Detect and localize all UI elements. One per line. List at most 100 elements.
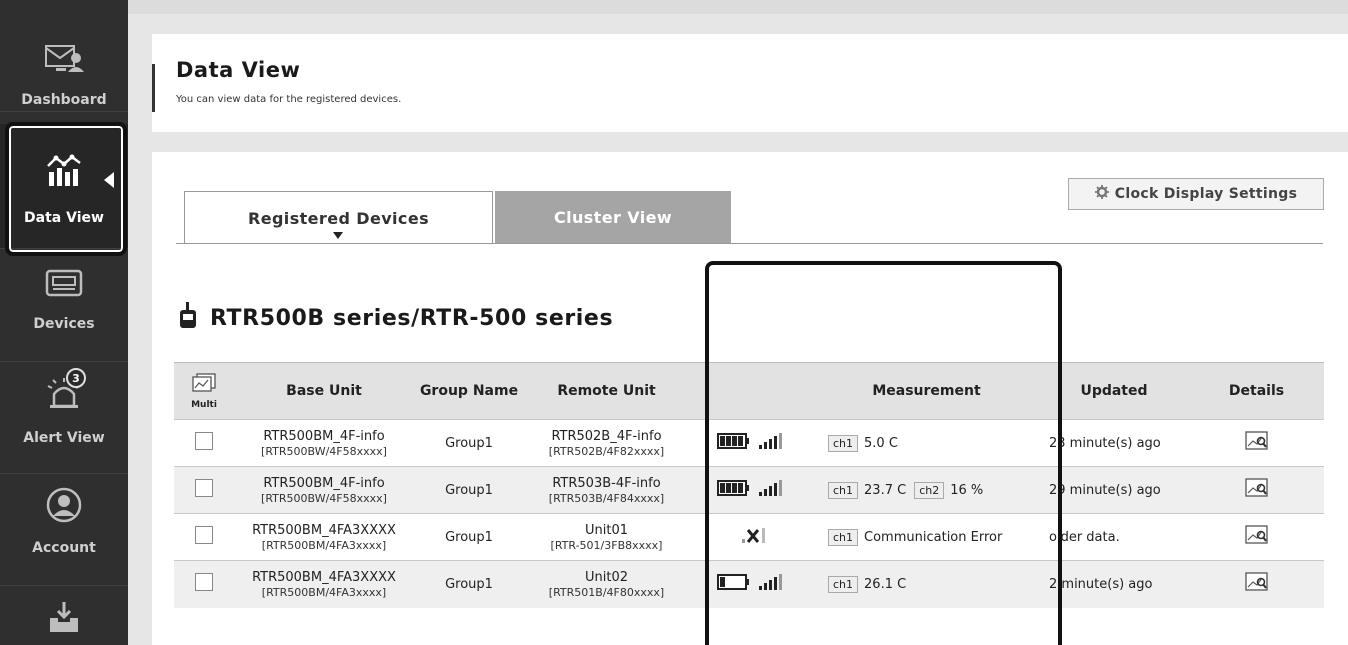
tab-cluster-view[interactable]: Cluster View — [495, 191, 731, 244]
row-select-cell — [174, 513, 234, 561]
header-measurement: Measurement — [814, 362, 1039, 420]
base-unit-name: RTR500BM_4F-info — [263, 428, 385, 444]
row-select-cell — [174, 560, 234, 608]
section-header: RTR500B series/RTR-500 series — [178, 300, 613, 336]
tab-label: Cluster View — [553, 208, 673, 227]
sidebar-item-alert-view[interactable]: 3 Alert View — [0, 362, 128, 474]
measurement-cell: ch1 Communication Error — [814, 513, 1039, 561]
remote-unit-name: Unit01 — [584, 522, 628, 538]
data-view-highlight-frame — [5, 122, 127, 256]
sidebar-item-download[interactable] — [0, 586, 128, 645]
sidebar-item-account[interactable]: Account — [0, 474, 128, 586]
tab-divider — [176, 243, 1323, 244]
group-name-cell: Group1 — [414, 513, 524, 561]
measurement-cell: ch1 23.7 C ch2 16 % — [814, 466, 1039, 514]
details-graph-icon[interactable] — [1244, 525, 1269, 549]
battery-icon — [716, 433, 751, 453]
updated-cell: 23 minute(s) ago — [1039, 419, 1189, 467]
row-select-cell — [174, 419, 234, 467]
table-row: RTR500BM_4F-info [RTR500BW/4F58xxxx] Group… — [174, 466, 1324, 514]
sidebar-item-devices[interactable]: Devices — [0, 250, 128, 362]
signal-strength-icon — [740, 526, 770, 548]
base-unit-cell: RTR500BM_4F-info [RTR500BW/4F58xxxx] — [234, 419, 414, 467]
caret-down-icon — [333, 232, 343, 239]
multi-graph-header[interactable]: Multi — [174, 362, 234, 420]
multi-label: Multi — [191, 399, 217, 410]
battery-icon — [716, 480, 751, 500]
measurement-cell: ch1 5.0 C — [814, 419, 1039, 467]
multi-graph-icon — [191, 372, 217, 401]
details-cell — [1189, 560, 1324, 608]
remote-unit-cell: Unit02 [RTR501B/4F80xxxx] — [524, 560, 689, 608]
updated-cell: 29 minute(s) ago — [1039, 466, 1189, 514]
monitor-user-icon — [0, 44, 128, 74]
sidebar: Dashboard Data View Devices 3 Alert View… — [0, 0, 128, 645]
remote-unit-serial: [RTR503B/4F84xxxx] — [548, 491, 665, 505]
group-name-cell: Group1 — [414, 419, 524, 467]
row-select-cell — [174, 466, 234, 514]
devices-table: Multi Base Unit Group Name Remote Unit M… — [174, 362, 1324, 608]
details-graph-icon[interactable] — [1244, 572, 1269, 596]
section-title: RTR500B series/RTR-500 series — [210, 305, 614, 331]
group-name-cell: Group1 — [414, 466, 524, 514]
table-row: RTR500BM_4F-info [RTR500BW/4F58xxxx] Group… — [174, 419, 1324, 467]
data-logger-icon — [178, 302, 198, 334]
clock-display-settings-button[interactable]: Clock Display Settings — [1068, 178, 1324, 210]
base-unit-cell: RTR500BM_4F-info [RTR500BW/4F58xxxx] — [234, 466, 414, 514]
channel-tag: ch2 — [914, 481, 945, 499]
remote-unit-name: RTR503B-4F-info — [552, 475, 661, 491]
remote-unit-cell: RTR502B_4F-info [RTR502B/4F82xxxx] — [524, 419, 689, 467]
details-graph-icon[interactable] — [1244, 431, 1269, 455]
alarm-icon — [0, 374, 128, 410]
status-cell — [689, 419, 814, 467]
channel-tag: ch1 — [828, 575, 859, 593]
channel-value: Communication Error — [864, 529, 1003, 545]
top-bar — [128, 0, 1348, 14]
details-graph-icon[interactable] — [1244, 478, 1269, 502]
gear-icon — [1094, 185, 1109, 203]
updated-cell: 2 minute(s) ago — [1039, 560, 1189, 608]
alert-count-badge: 3 — [66, 368, 86, 388]
updated-cell: older data. — [1039, 513, 1189, 561]
details-cell — [1189, 513, 1324, 561]
signal-strength-icon — [757, 432, 787, 454]
header-remote-unit: Remote Unit — [524, 362, 689, 420]
remote-unit-name: Unit02 — [584, 569, 628, 585]
table-body: RTR500BM_4F-info [RTR500BW/4F58xxxx] Group… — [174, 419, 1324, 608]
remote-unit-serial: [RTR502B/4F82xxxx] — [548, 444, 665, 458]
status-cell — [689, 466, 814, 514]
row-checkbox[interactable] — [195, 526, 213, 544]
table-row: RTR500BM_4FA3XXXX [RTR500BM/4FA3xxxx] Grou… — [174, 560, 1324, 608]
base-unit-name: RTR500BM_4F-info — [263, 475, 385, 491]
base-unit-serial: [RTR500BW/4F58xxxx] — [261, 491, 387, 505]
header-updated: Updated — [1039, 362, 1189, 420]
row-checkbox[interactable] — [195, 432, 213, 450]
table-header-row: Multi Base Unit Group Name Remote Unit M… — [174, 362, 1324, 420]
tab-registered-devices[interactable]: Registered Devices — [184, 191, 493, 244]
base-unit-cell: RTR500BM_4FA3XXXX [RTR500BM/4FA3xxxx] — [234, 513, 414, 561]
active-pointer-icon — [104, 172, 114, 188]
signal-strength-icon — [757, 573, 787, 595]
row-checkbox[interactable] — [195, 479, 213, 497]
channel-value: 5.0 C — [864, 435, 898, 451]
clock-button-label: Clock Display Settings — [1114, 186, 1298, 202]
channel-value: 16 % — [950, 482, 984, 498]
remote-unit-cell: Unit01 [RTR-501/3FB8xxxx] — [524, 513, 689, 561]
base-unit-serial: [RTR500BM/4FA3xxxx] — [261, 585, 387, 599]
measurement-cell: ch1 26.1 C — [814, 560, 1039, 608]
channel-tag: ch1 — [828, 528, 859, 546]
remote-unit-name: RTR502B_4F-info — [551, 428, 662, 444]
sidebar-item-dashboard[interactable]: Dashboard — [0, 0, 128, 112]
remote-unit-cell: RTR503B-4F-info [RTR503B/4F84xxxx] — [524, 466, 689, 514]
header-details: Details — [1189, 362, 1324, 420]
base-unit-serial: [RTR500BW/4F58xxxx] — [261, 444, 387, 458]
page-header: Data View You can view data for the regi… — [152, 34, 1348, 132]
base-unit-name: RTR500BM_4FA3XXXX — [252, 522, 396, 538]
main-area: Data View You can view data for the regi… — [128, 0, 1348, 645]
page-title: Data View — [176, 58, 301, 82]
battery-icon — [716, 574, 751, 594]
remote-unit-serial: [RTR501B/4F80xxxx] — [548, 585, 665, 599]
row-checkbox[interactable] — [195, 573, 213, 592]
status-cell — [689, 560, 814, 608]
base-unit-serial: [RTR500BM/4FA3xxxx] — [261, 538, 387, 552]
